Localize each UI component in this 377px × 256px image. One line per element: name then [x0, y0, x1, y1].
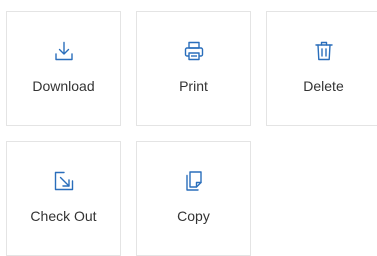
copy-button[interactable]: Copy	[136, 141, 251, 256]
copy-label: Copy	[177, 208, 210, 224]
copy-icon	[183, 170, 205, 192]
download-button[interactable]: Download	[6, 11, 121, 126]
check-out-icon	[53, 170, 75, 192]
check-out-label: Check Out	[30, 208, 97, 224]
delete-button[interactable]: Delete	[266, 11, 377, 126]
check-out-button[interactable]: Check Out	[6, 141, 121, 256]
print-label: Print	[179, 78, 208, 94]
print-button[interactable]: Print	[136, 11, 251, 126]
trash-icon	[313, 40, 335, 62]
printer-icon	[183, 40, 205, 62]
delete-label: Delete	[303, 78, 344, 94]
download-label: Download	[32, 78, 95, 94]
download-icon	[53, 40, 75, 62]
